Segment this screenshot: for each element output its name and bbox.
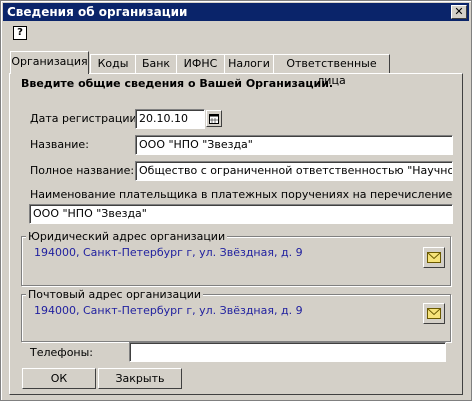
organization-info-dialog: Сведения об организации ✕ ? Организация … [0,0,472,401]
envelope-icon [427,308,441,319]
postal-address-group [21,294,451,342]
full-name-field[interactable]: Общество с ограниченной ответственностью… [135,161,453,181]
window-title: Сведения об организации [7,5,188,19]
payer-name-field[interactable]: ООО "НПО "Звезда" [29,204,453,224]
help-icon[interactable]: ? [13,26,27,40]
tab-responsible-persons[interactable]: Ответственные лица [273,54,390,87]
tab-bank[interactable]: Банк [135,54,177,73]
tab-codes[interactable]: Коды [90,54,136,73]
legal-address-value: 194000, Санкт-Петербург г, ул. Звёздная,… [34,246,303,259]
registration-date-field[interactable]: 20.10.10 [135,109,205,129]
full-name-label: Полное название: [30,164,135,177]
registration-date-label: Дата регистрации: [30,112,141,125]
calendar-button[interactable] [206,110,222,127]
postal-address-value: 194000, Санкт-Петербург г, ул. Звёздная,… [34,304,303,317]
tab-taxes[interactable]: Налоги [224,54,274,73]
title-bar: Сведения об организации ✕ [3,3,469,21]
legal-address-legend: Юридический адрес организации [26,230,228,243]
tab-ifns[interactable]: ИФНС [176,54,225,73]
close-window-button[interactable]: ✕ [451,5,467,19]
legal-address-group [21,236,451,286]
edit-legal-address-button[interactable] [423,247,445,268]
calendar-icon [209,114,219,124]
name-field[interactable]: ООО "НПО "Звезда" [135,135,453,155]
envelope-icon [427,252,441,263]
postal-address-legend: Почтовый адрес организации [26,288,204,301]
edit-postal-address-button[interactable] [423,303,445,324]
tab-organization[interactable]: Организация [10,51,89,74]
phones-field[interactable] [129,342,446,362]
close-button[interactable]: Закрыть [98,368,182,389]
name-label: Название: [30,138,89,151]
phones-label: Телефоны: [30,346,94,359]
panel-heading: Введите общие сведения о Вашей Организац… [21,77,334,90]
ok-button[interactable]: ОК [22,368,96,389]
